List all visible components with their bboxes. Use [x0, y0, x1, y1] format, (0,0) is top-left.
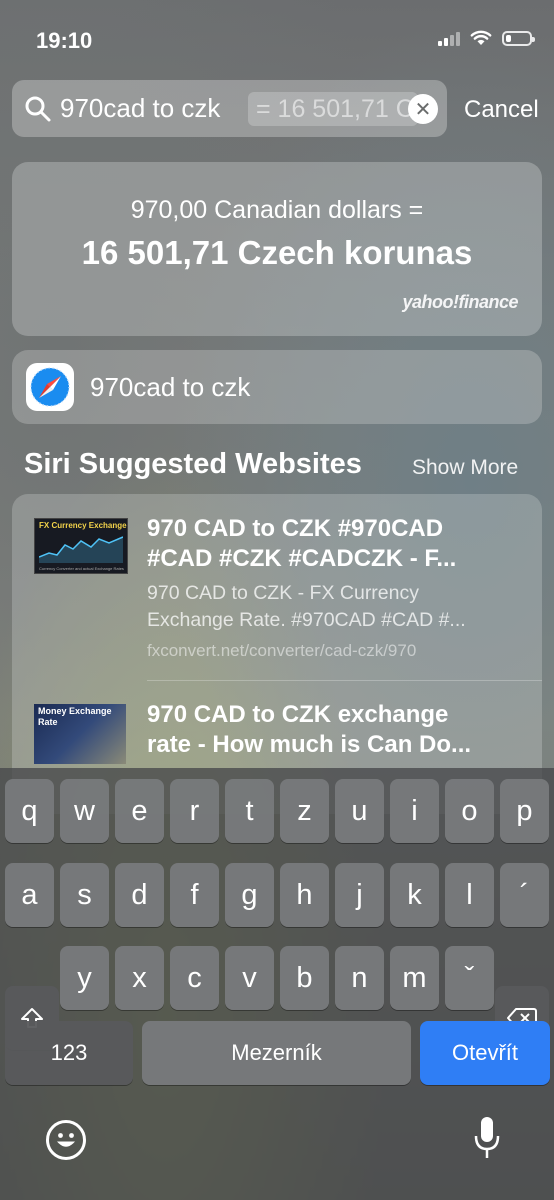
key-u[interactable]: u: [335, 779, 384, 843]
battery-icon: [502, 30, 535, 46]
key-w[interactable]: w: [60, 779, 109, 843]
safari-search-suggestion[interactable]: 970cad to czk: [12, 350, 542, 424]
key-d[interactable]: d: [115, 863, 164, 927]
go-key[interactable]: Otevřít: [420, 1021, 550, 1085]
currency-conversion-card[interactable]: 970,00 Canadian dollars = 16 501,71 Czec…: [12, 162, 542, 336]
safari-suggestion-label: 970cad to czk: [90, 372, 251, 402]
numbers-key[interactable]: 123: [5, 1021, 133, 1085]
thumbnail-title: Money Exchange Rate: [38, 706, 112, 727]
key-e[interactable]: e: [115, 779, 164, 843]
safari-icon: [26, 363, 74, 411]
key-g[interactable]: g: [225, 863, 274, 927]
key-r[interactable]: r: [170, 779, 219, 843]
clear-search-button[interactable]: ✕: [408, 94, 438, 124]
key-k[interactable]: k: [390, 863, 439, 927]
result-title: 970 CAD to CZK #970CAD #CAD #CZK #CADCZK…: [147, 515, 457, 572]
key-p[interactable]: p: [500, 779, 549, 843]
key-b[interactable]: b: [280, 946, 329, 1010]
key-ˇ[interactable]: ˇ: [445, 946, 494, 1010]
emoji-icon[interactable]: [46, 1120, 86, 1160]
search-input[interactable]: 970cad to czk: [60, 93, 220, 124]
key-y[interactable]: y: [60, 946, 109, 1010]
conversion-result: 16 501,71 Czech korunas: [81, 234, 473, 271]
conversion-from: 970,00 Canadian dollars =: [130, 196, 424, 224]
search-icon: [25, 96, 51, 121]
yahoo-finance-logo: yahoo!finance: [402, 292, 518, 312]
key-c[interactable]: c: [170, 946, 219, 1010]
cellular-signal-icon: [438, 30, 460, 46]
space-key[interactable]: Mezerník: [142, 1021, 411, 1085]
microphone-icon[interactable]: [474, 1116, 500, 1162]
thumbnail-title: FX Currency Exchange: [39, 521, 127, 530]
key-a[interactable]: a: [5, 863, 54, 927]
thumbnail-caption: Currency Converter and actual Exchange R…: [39, 566, 124, 571]
key-t[interactable]: t: [225, 779, 274, 843]
result-description: 970 CAD to CZK - FX Currency Exchange Ra…: [147, 582, 466, 631]
divider: [147, 680, 542, 681]
key-o[interactable]: o: [445, 779, 494, 843]
key-m[interactable]: m: [390, 946, 439, 1010]
key-i[interactable]: i: [390, 779, 439, 843]
key-l[interactable]: l: [445, 863, 494, 927]
key-v[interactable]: v: [225, 946, 274, 1010]
key-n[interactable]: n: [335, 946, 384, 1010]
close-icon: ✕: [414, 98, 432, 121]
key-s[interactable]: s: [60, 863, 109, 927]
key-h[interactable]: h: [280, 863, 329, 927]
key-x[interactable]: x: [115, 946, 164, 1010]
search-inline-suggestion: = 16 501,71 Czech korunas: [248, 92, 418, 126]
show-more-button[interactable]: Show More: [412, 456, 518, 480]
cancel-button[interactable]: Cancel: [464, 96, 539, 124]
status-time: 19:10: [36, 28, 93, 53]
wifi-icon: [470, 30, 492, 45]
search-field[interactable]: 970cad to czk = 16 501,71 Czech korunas …: [12, 80, 447, 137]
key-q[interactable]: q: [5, 779, 54, 843]
key-z[interactable]: z: [280, 779, 329, 843]
result-thumbnail: FX Currency Exchange Currency Converter …: [34, 518, 128, 574]
result-title: 970 CAD to CZK exchange rate - How much …: [147, 701, 472, 758]
result-thumbnail: Money Exchange Rate: [34, 704, 126, 764]
result-url: fxconvert.net/converter/cad-czk/970: [147, 641, 417, 660]
section-title: Siri Suggested Websites: [24, 448, 362, 480]
suggested-websites-list: FX Currency Exchange Currency Converter …: [12, 494, 542, 814]
key-j[interactable]: j: [335, 863, 384, 927]
status-icons: [438, 30, 535, 46]
key-´[interactable]: ´: [500, 863, 549, 927]
key-f[interactable]: f: [170, 863, 219, 927]
